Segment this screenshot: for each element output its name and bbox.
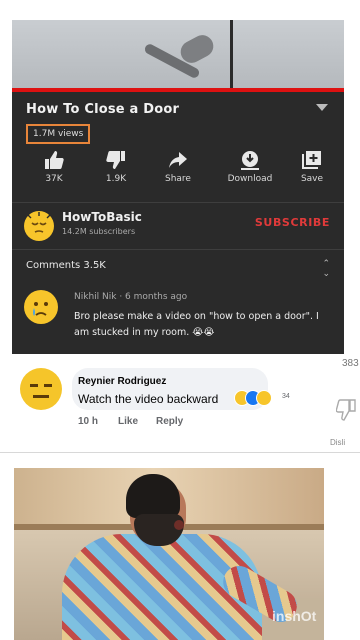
video-title: How To Close a Door xyxy=(26,102,180,117)
commenter-avatar xyxy=(24,290,58,324)
watermark: inshOt xyxy=(272,608,317,624)
action-bar: 37K 1.9K Share Download Save xyxy=(12,150,344,194)
thumbs-up-icon xyxy=(45,151,64,169)
side-dislike-label: Disli xyxy=(330,438,346,447)
comments-count: 3.5K xyxy=(83,260,106,271)
like-button[interactable]: 37K xyxy=(24,150,84,184)
channel-avatar[interactable] xyxy=(24,211,54,241)
expressionless-face-icon xyxy=(30,384,52,398)
side-like-count: 383 xyxy=(342,358,359,369)
thumbs-down-icon[interactable] xyxy=(336,398,358,422)
comment-text: Bro please make a video on "how to open … xyxy=(74,311,319,338)
download-button[interactable]: Download xyxy=(220,150,280,184)
comment-text: Watch the video backward xyxy=(78,392,219,406)
thumbs-down-icon xyxy=(106,151,125,169)
man-hair xyxy=(126,474,180,518)
door-frame xyxy=(230,20,233,88)
save-label: Save xyxy=(300,174,324,184)
video-progress-bar[interactable] xyxy=(12,88,344,92)
comment-time: 10 h xyxy=(78,416,99,427)
youtube-screenshot: How To Close a Door 1.7M views 37K 1.9K … xyxy=(12,20,344,354)
share-button[interactable]: Share xyxy=(148,150,208,184)
expand-description-icon[interactable] xyxy=(316,104,328,111)
reply-button[interactable]: Reply xyxy=(156,416,183,427)
save-icon xyxy=(302,151,321,169)
expand-comments-icon[interactable]: ⌃ ⌄ xyxy=(322,259,330,279)
commenter-avatar[interactable] xyxy=(20,368,62,410)
comments-header[interactable]: Comments 3.5K xyxy=(26,260,106,271)
video-thumbnail[interactable] xyxy=(12,20,344,88)
like-count: 37K xyxy=(45,174,63,184)
download-icon xyxy=(241,151,259,170)
divider xyxy=(0,452,360,453)
channel-row: HowToBasic 14.2M subscribers SUBSCRIBE xyxy=(12,202,344,250)
facebook-comment: Reynier Rodriguez Watch the video backwa… xyxy=(0,354,360,446)
view-count: 1.7M views xyxy=(26,124,91,144)
wow-reaction-icon xyxy=(256,390,272,406)
sleepy-face-icon xyxy=(27,212,51,233)
download-label: Download xyxy=(227,174,273,184)
subscribe-button[interactable]: SUBSCRIBE xyxy=(255,216,330,229)
crying-face-icon xyxy=(33,302,48,316)
subscriber-count: 14.2M subscribers xyxy=(62,227,136,236)
save-button[interactable]: Save xyxy=(282,150,342,184)
progress-fill xyxy=(12,88,344,92)
comment-author[interactable]: Reynier Rodriguez xyxy=(78,376,166,387)
man-mouth xyxy=(174,520,184,530)
comment-author-line: Nikhil Nik · 6 months ago xyxy=(74,292,188,302)
like-button[interactable]: Like xyxy=(118,416,138,427)
reaction-count: 34 xyxy=(282,393,290,400)
dislike-button[interactable]: 1.9K xyxy=(86,150,146,184)
share-label: Share xyxy=(165,174,191,184)
dislike-count: 1.9K xyxy=(105,174,127,184)
share-icon xyxy=(169,152,187,168)
comments-label: Comments xyxy=(26,260,81,271)
channel-name[interactable]: HowToBasic xyxy=(62,210,142,224)
